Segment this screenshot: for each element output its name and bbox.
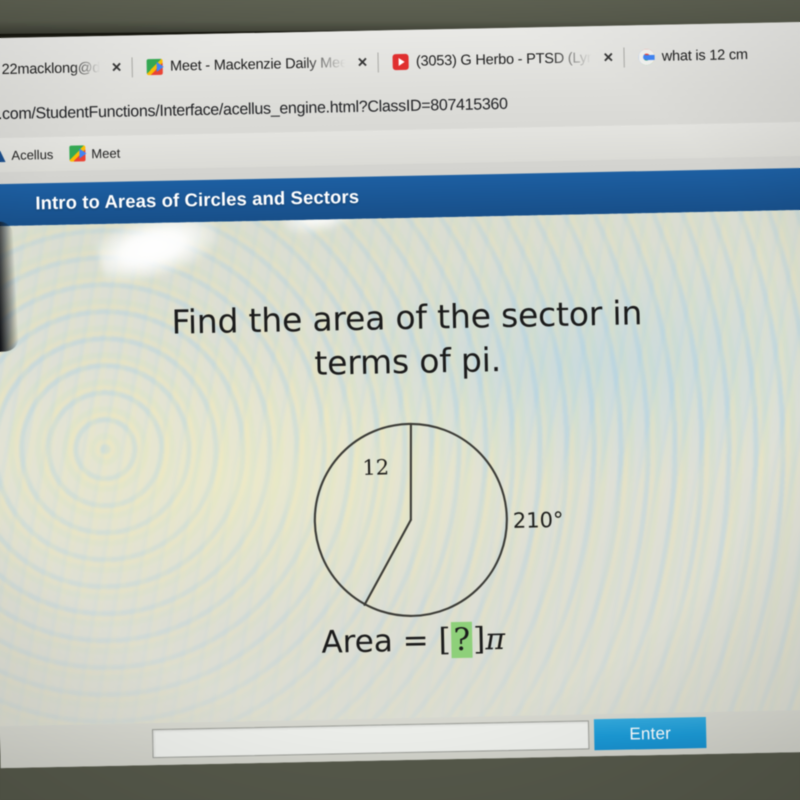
question-text: Find the area of the sector in terms of …: [0, 288, 800, 393]
tab-title: (3053) G Herbo - PTSD (Lyrics: [415, 50, 593, 70]
url-text: us.com/StudentFunctions/Interface/acellu…: [0, 95, 508, 124]
sector-diagram: 12 210°: [199, 404, 623, 627]
angle-label: 210°: [513, 508, 564, 533]
tab-title: Meet - Mackenzie Daily Meetin: [169, 55, 347, 75]
browser-tab-2[interactable]: Meet - Mackenzie Daily Meetin ✕: [141, 46, 379, 83]
radius-label: 12: [362, 455, 389, 480]
close-icon[interactable]: ✕: [353, 55, 372, 71]
lesson-content: Find the area of the sector in terms of …: [0, 209, 800, 727]
bracket-close: ]: [472, 621, 486, 658]
bookmark-acellus[interactable]: Acellus: [0, 147, 53, 163]
pi-symbol: π: [484, 622, 506, 658]
browser-tab-1[interactable]: ) - 22macklong@d ✕: [0, 51, 132, 86]
radius-lower-left: [363, 518, 412, 606]
radius-vertical: [409, 422, 412, 521]
bookmark-meet[interactable]: Meet: [69, 145, 120, 162]
bookmark-label: Meet: [91, 145, 121, 161]
browser-tab-4[interactable]: what is 12 cm: [632, 39, 754, 73]
acellus-icon: [0, 147, 6, 162]
answer-blank: ?: [451, 621, 473, 659]
answer-input[interactable]: [151, 720, 590, 759]
google-icon: [638, 48, 655, 66]
google-meet-icon: [146, 58, 164, 76]
laptop-screen: ) - 22macklong@d ✕ Meet - Mackenzie Dail…: [0, 21, 800, 769]
google-meet-icon: [69, 145, 86, 162]
close-icon[interactable]: ✕: [107, 60, 126, 76]
enter-button[interactable]: Enter: [593, 717, 707, 751]
equals-sign: =: [402, 622, 429, 660]
tab-title: what is 12 cm: [661, 47, 748, 65]
close-icon[interactable]: ✕: [599, 50, 618, 66]
browser-tab-3[interactable]: (3053) G Herbo - PTSD (Lyrics ✕: [387, 42, 625, 79]
youtube-icon: [392, 53, 410, 71]
bracket-open: [: [438, 622, 451, 659]
tab-title: ) - 22macklong@d: [0, 60, 101, 79]
bookmark-label: Acellus: [11, 146, 54, 163]
answer-label: Area: [321, 623, 394, 661]
circle-sector-svg: 12 210°: [313, 422, 564, 617]
page-title: Intro to Areas of Circles and Sectors: [35, 185, 360, 214]
browser-chrome: ) - 22macklong@d ✕ Meet - Mackenzie Dail…: [0, 21, 800, 191]
laptop-photo: ) - 22macklong@d ✕ Meet - Mackenzie Dail…: [0, 0, 800, 800]
